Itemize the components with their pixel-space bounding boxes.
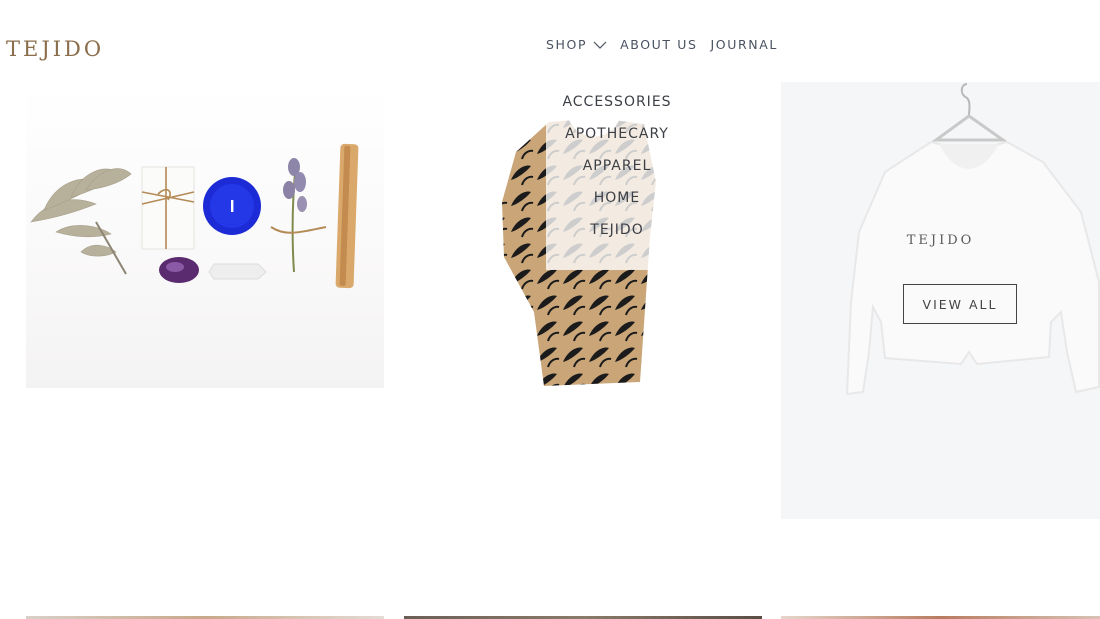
main-nav: SHOP ABOUT US JOURNAL [546, 37, 791, 52]
dropdown-item-apothecary[interactable]: APOTHECARY [546, 126, 688, 158]
view-all-button[interactable]: VIEW ALL [903, 284, 1017, 324]
nav-about-us[interactable]: ABOUT US [620, 37, 697, 52]
featured-tile-tejido[interactable]: TEJIDO VIEW ALL [781, 82, 1100, 519]
nav-shop-label: SHOP [546, 37, 588, 52]
lavender-sprig [270, 158, 327, 273]
apothecary-image [30, 143, 359, 289]
dropdown-item-tejido[interactable]: TEJIDO [546, 222, 688, 254]
site-logo[interactable]: TEJIDO [6, 37, 104, 61]
sage-bundle [30, 168, 132, 275]
product-tile-apothecary[interactable] [26, 82, 384, 388]
featured-brand-label: TEJIDO [906, 233, 975, 248]
nav-journal-label: JOURNAL [710, 37, 778, 52]
dropdown-item-apparel[interactable]: APPAREL [546, 158, 688, 190]
nav-shop[interactable]: SHOP [546, 37, 607, 52]
nav-about-label: ABOUT US [620, 37, 698, 52]
chevron-down-icon [593, 41, 607, 49]
nav-journal[interactable]: JOURNAL [711, 37, 778, 52]
dropdown-item-home[interactable]: HOME [546, 190, 688, 222]
dropdown-item-accessories[interactable]: ACCESSORIES [546, 94, 688, 126]
shop-dropdown-menu: ACCESSORIES APOTHECARY APPAREL HOME TEJI… [546, 82, 671, 270]
